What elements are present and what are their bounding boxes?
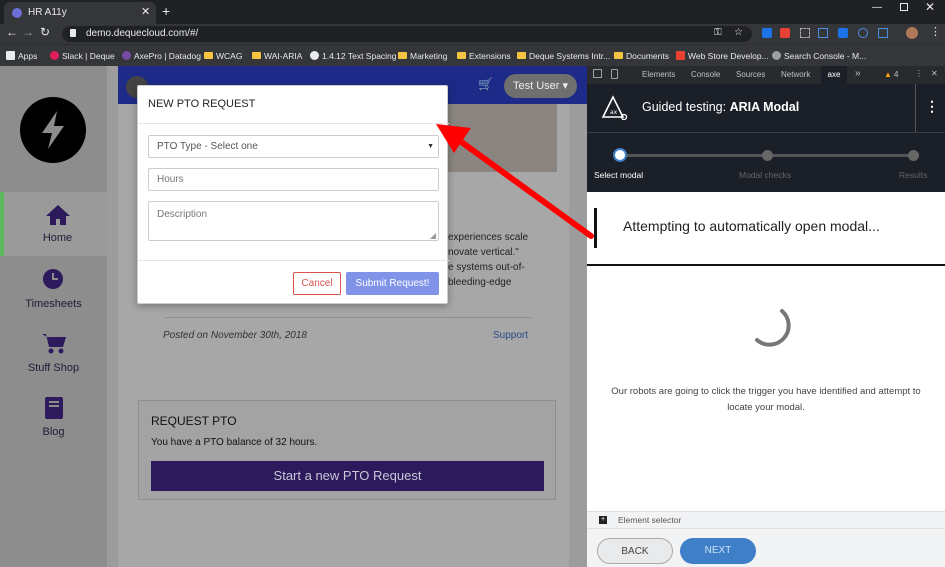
annotation-arrow — [436, 124, 594, 239]
